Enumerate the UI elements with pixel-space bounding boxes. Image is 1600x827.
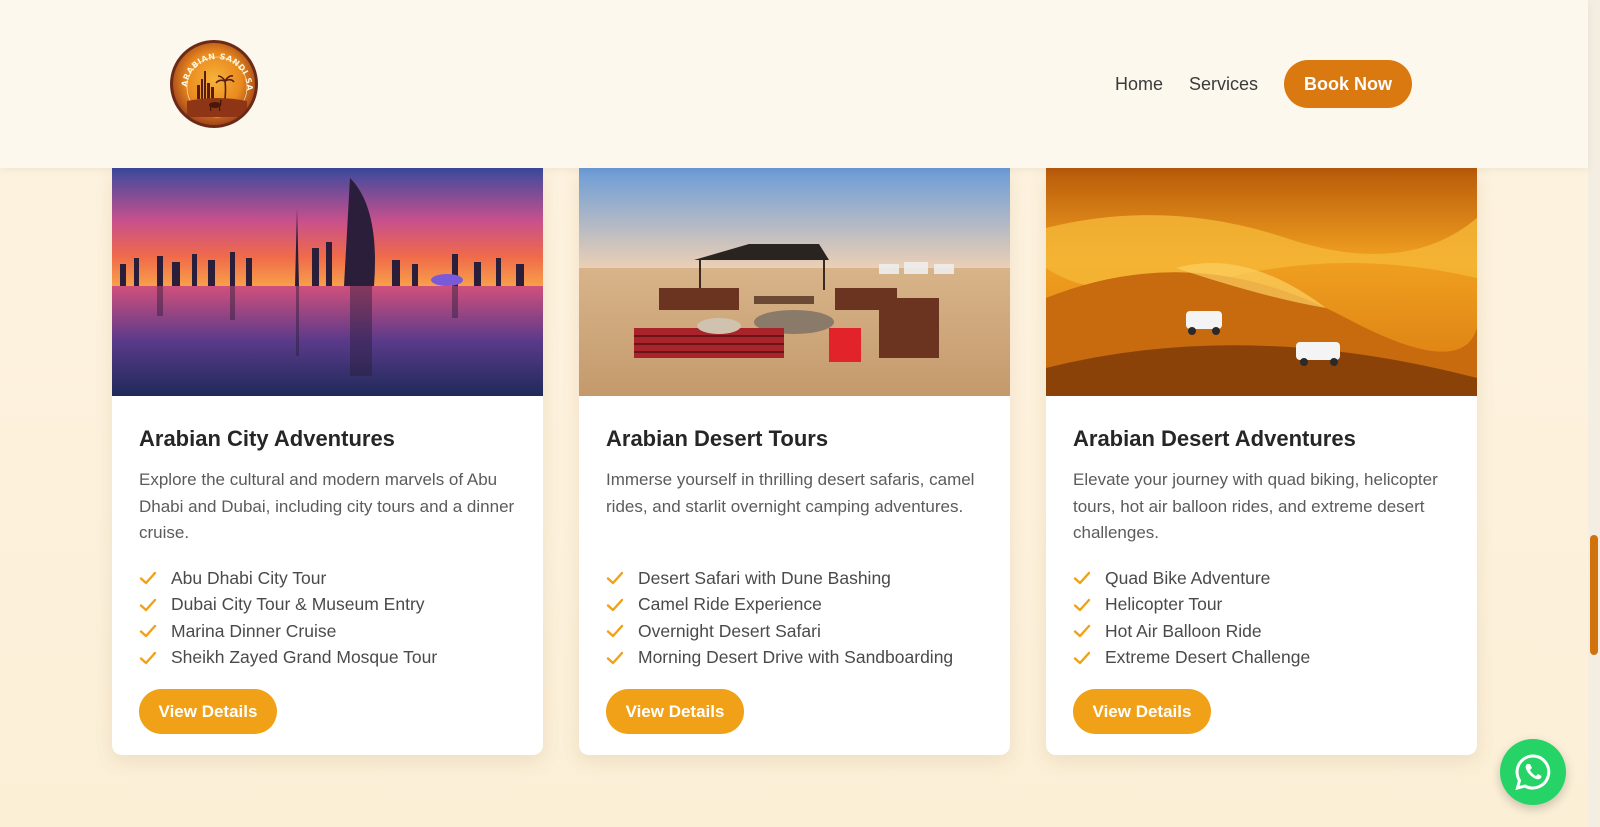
view-details-button[interactable]: View Details: [139, 689, 277, 734]
feature-label: Hot Air Balloon Ride: [1105, 620, 1262, 641]
list-item: Camel Ride Experience: [606, 592, 984, 619]
service-card-desert-adventures: Arabian Desert Adventures Elevate your j…: [1046, 168, 1477, 755]
check-icon: [139, 651, 157, 664]
site-logo[interactable]: ARABIAN SANDI SAFARI: [170, 40, 258, 128]
service-card-city: Arabian City Adventures Explore the cult…: [112, 168, 543, 755]
view-details-button[interactable]: View Details: [1073, 689, 1211, 734]
list-item: Hot Air Balloon Ride: [1073, 618, 1451, 645]
feature-label: Morning Desert Drive with Sandboarding: [638, 647, 954, 668]
list-item: Marina Dinner Cruise: [139, 618, 517, 645]
book-now-button[interactable]: Book Now: [1284, 60, 1412, 108]
card-image-city: [112, 168, 543, 396]
site-header: ARABIAN SANDI SAFARI: [0, 0, 1588, 168]
main-nav: Home Services Book Now: [1115, 60, 1412, 108]
card-title: Arabian Desert Adventures: [1073, 426, 1356, 451]
feature-label: Overnight Desert Safari: [638, 620, 821, 641]
feature-list: Abu Dhabi City Tour Dubai City Tour & Mu…: [139, 565, 517, 671]
feature-label: Camel Ride Experience: [638, 594, 822, 615]
feature-list: Desert Safari with Dune Bashing Camel Ri…: [606, 565, 984, 671]
card-description: Immerse yourself in thrilling desert saf…: [606, 470, 975, 516]
scrollbar-thumb[interactable]: [1590, 535, 1598, 655]
list-item: Abu Dhabi City Tour: [139, 565, 517, 592]
card-description: Elevate your journey with quad biking, h…: [1073, 470, 1438, 542]
check-icon: [1073, 598, 1091, 611]
logo-graphic: ARABIAN SANDI SAFARI: [173, 43, 254, 118]
list-item: Desert Safari with Dune Bashing: [606, 565, 984, 592]
check-icon: [606, 598, 624, 611]
feature-label: Quad Bike Adventure: [1105, 567, 1271, 588]
card-image-dunes: [1046, 168, 1477, 396]
feature-list: Quad Bike Adventure Helicopter Tour Hot …: [1073, 565, 1451, 671]
logo-lettering: ARABIAN SANDI SAFARI: [173, 43, 254, 92]
check-icon: [1073, 572, 1091, 585]
feature-label: Marina Dinner Cruise: [171, 620, 337, 641]
whatsapp-button[interactable]: [1500, 739, 1566, 805]
view-details-button[interactable]: View Details: [606, 689, 744, 734]
check-icon: [139, 598, 157, 611]
list-item: Morning Desert Drive with Sandboarding: [606, 645, 984, 672]
list-item: Overnight Desert Safari: [606, 618, 984, 645]
check-icon: [1073, 625, 1091, 638]
list-item: Quad Bike Adventure: [1073, 565, 1451, 592]
list-item: Helicopter Tour: [1073, 592, 1451, 619]
check-icon: [139, 625, 157, 638]
check-icon: [606, 651, 624, 664]
list-item: Extreme Desert Challenge: [1073, 645, 1451, 672]
list-item: Sheikh Zayed Grand Mosque Tour: [139, 645, 517, 672]
card-title: Arabian City Adventures: [139, 426, 395, 451]
feature-label: Sheikh Zayed Grand Mosque Tour: [171, 647, 438, 668]
nav-services-link[interactable]: Services: [1189, 74, 1258, 95]
service-card-desert-tours: Arabian Desert Tours Immerse yourself in…: [579, 168, 1010, 755]
check-icon: [606, 625, 624, 638]
card-image-desert-camp: [579, 168, 1010, 396]
card-description: Explore the cultural and modern marvels …: [139, 470, 515, 542]
check-icon: [606, 572, 624, 585]
list-item: Dubai City Tour & Museum Entry: [139, 592, 517, 619]
page-scrollbar[interactable]: [1588, 0, 1600, 827]
card-title: Arabian Desert Tours: [606, 426, 829, 451]
check-icon: [139, 572, 157, 585]
feature-label: Dubai City Tour & Museum Entry: [171, 594, 425, 615]
nav-home-link[interactable]: Home: [1115, 74, 1163, 95]
feature-label: Abu Dhabi City Tour: [171, 567, 327, 588]
svg-text:ARABIAN SANDI SAFARI: ARABIAN SANDI SAFARI: [173, 43, 254, 92]
feature-label: Desert Safari with Dune Bashing: [638, 567, 891, 588]
feature-label: Extreme Desert Challenge: [1105, 647, 1311, 668]
whatsapp-icon: [1515, 754, 1551, 791]
check-icon: [1073, 651, 1091, 664]
feature-label: Helicopter Tour: [1105, 594, 1223, 615]
